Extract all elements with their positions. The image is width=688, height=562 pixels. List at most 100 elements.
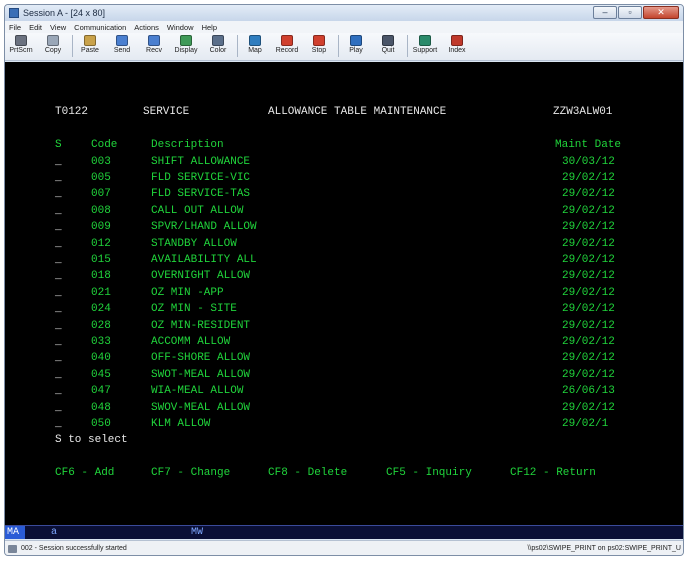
function-key-5[interactable]: CF12 - Return — [510, 465, 596, 481]
status-bar: 002 - Session successfully started \\ps0… — [5, 540, 683, 555]
display-icon — [180, 35, 192, 46]
printer-session: \\ps02\SWIPE_PRINT on ps02:SWIPE_PRINT_U — [527, 545, 681, 552]
support-icon — [419, 35, 431, 46]
row-maint-date: 29/02/12 — [562, 237, 615, 250]
stop-icon — [313, 35, 325, 46]
record-icon — [281, 35, 293, 46]
toolbar-support-button[interactable]: Support — [412, 35, 438, 54]
operator-info-area: MA a MW — [5, 525, 683, 539]
close-button[interactable]: ✕ — [643, 6, 679, 19]
menu-actions[interactable]: Actions — [134, 23, 159, 32]
menu-view[interactable]: View — [50, 23, 66, 32]
terminal-screen[interactable]: T0122 SERVICE ALLOWANCE TABLE MAINTENANCE Z… — [5, 62, 683, 525]
oia-field-a: a — [51, 527, 58, 538]
select-field[interactable]: _ — [55, 186, 62, 202]
window-controls: – ▫ ✕ — [593, 6, 679, 19]
select-field[interactable]: _ — [55, 236, 62, 252]
play-icon — [350, 35, 362, 46]
row-code: 008 — [91, 204, 111, 217]
toolbar-quit-button[interactable]: Quit — [375, 35, 401, 54]
toolbar-map-button[interactable]: Map — [242, 35, 268, 54]
select-field[interactable]: _ — [55, 219, 62, 235]
select-field[interactable]: _ — [55, 334, 62, 350]
emulator-window: Session A - [24 x 80] – ▫ ✕ File Edit Vi… — [4, 4, 684, 556]
row-maint-date: 29/02/12 — [562, 221, 615, 234]
toolbar-label: Record — [275, 47, 299, 54]
column-header-code: Code — [91, 139, 118, 151]
toolbar-stop-button[interactable]: Stop — [306, 35, 332, 54]
menu-window[interactable]: Window — [167, 23, 194, 32]
receive-icon — [148, 35, 160, 46]
toolbar-display-button[interactable]: Display — [173, 35, 199, 54]
toolbar-label: Map — [248, 47, 262, 54]
row-maint-date: 29/02/12 — [562, 253, 615, 266]
select-field[interactable]: _ — [55, 350, 62, 366]
select-instruction: S to select — [55, 434, 128, 446]
row-code: 024 — [91, 303, 111, 316]
toolbar-record-button[interactable]: Record — [274, 35, 300, 54]
toolbar-separator — [338, 35, 339, 57]
row-code: 040 — [91, 352, 111, 365]
function-key-2[interactable]: CF7 - Change — [151, 465, 230, 481]
toolbar-index-button[interactable]: Index — [444, 35, 470, 54]
select-field[interactable]: _ — [55, 416, 62, 432]
row-description: SHIFT ALLOWANCE — [151, 155, 251, 168]
row-description: OZ MIN - SITE — [151, 303, 237, 316]
function-key-1[interactable]: CF6 - Add — [55, 465, 114, 481]
select-field[interactable]: _ — [55, 367, 62, 383]
program-name: ZZW3ALW01 — [553, 106, 613, 118]
row-code: 015 — [91, 253, 111, 266]
select-field[interactable]: _ — [55, 154, 62, 170]
select-field[interactable]: _ — [55, 268, 62, 284]
app-icon[interactable] — [9, 8, 19, 18]
menu-communication[interactable]: Communication — [74, 23, 126, 32]
row-description: CALL OUT ALLOW — [151, 204, 244, 217]
select-field[interactable]: _ — [55, 170, 62, 186]
toolbar-prtscrn-button[interactable]: PrtScrn — [8, 35, 34, 54]
screen-module: SERVICE — [143, 106, 190, 118]
toolbar-copy-button[interactable]: Copy — [40, 35, 66, 54]
toolbar-label: Index — [448, 47, 466, 54]
select-field[interactable]: _ — [55, 285, 62, 301]
select-field[interactable]: _ — [55, 383, 62, 399]
row-maint-date: 29/02/12 — [562, 270, 615, 283]
select-field[interactable]: _ — [55, 318, 62, 334]
row-maint-date: 29/02/12 — [562, 303, 615, 316]
map-icon — [249, 35, 261, 46]
row-description: SPVR/LHAND ALLOW — [151, 221, 257, 234]
select-field[interactable]: _ — [55, 400, 62, 416]
menu-file[interactable]: File — [9, 23, 21, 32]
select-field[interactable]: _ — [55, 203, 62, 219]
menu-edit[interactable]: Edit — [29, 23, 42, 32]
oia-indicator: MA — [5, 526, 25, 539]
toolbar-separator — [407, 35, 408, 57]
row-maint-date: 29/02/12 — [562, 171, 615, 184]
row-code: 005 — [91, 171, 111, 184]
toolbar-color-button[interactable]: Color — [205, 35, 231, 54]
row-maint-date: 29/02/1 — [562, 417, 609, 430]
select-field[interactable]: _ — [55, 301, 62, 317]
function-key-4[interactable]: CF5 - Inquiry — [386, 465, 472, 481]
row-code: 028 — [91, 319, 111, 332]
maximize-button[interactable]: ▫ — [618, 6, 642, 19]
row-maint-date: 29/02/12 — [562, 204, 615, 217]
toolbar-label: Recv — [146, 47, 162, 54]
toolbar-paste-button[interactable]: Paste — [77, 35, 103, 54]
row-maint-date: 29/02/12 — [562, 352, 615, 365]
screen-title: ALLOWANCE TABLE MAINTENANCE — [268, 106, 447, 118]
row-maint-date: 29/02/12 — [562, 335, 615, 348]
toolbar-play-button[interactable]: Play — [343, 35, 369, 54]
function-key-3[interactable]: CF8 - Delete — [268, 465, 347, 481]
row-maint-date: 29/02/12 — [562, 368, 615, 381]
select-field[interactable]: _ — [55, 252, 62, 268]
row-code: 047 — [91, 385, 111, 398]
title-bar[interactable]: Session A - [24 x 80] – ▫ ✕ — [5, 5, 683, 21]
column-header-select: S — [55, 139, 62, 151]
menu-help[interactable]: Help — [202, 23, 217, 32]
row-description: SWOT-MEAL ALLOW — [151, 368, 251, 381]
toolbar-label: Paste — [81, 47, 99, 54]
minimize-button[interactable]: – — [593, 6, 617, 19]
row-code: 009 — [91, 221, 111, 234]
toolbar-recv-button[interactable]: Recv — [141, 35, 167, 54]
toolbar-send-button[interactable]: Send — [109, 35, 135, 54]
